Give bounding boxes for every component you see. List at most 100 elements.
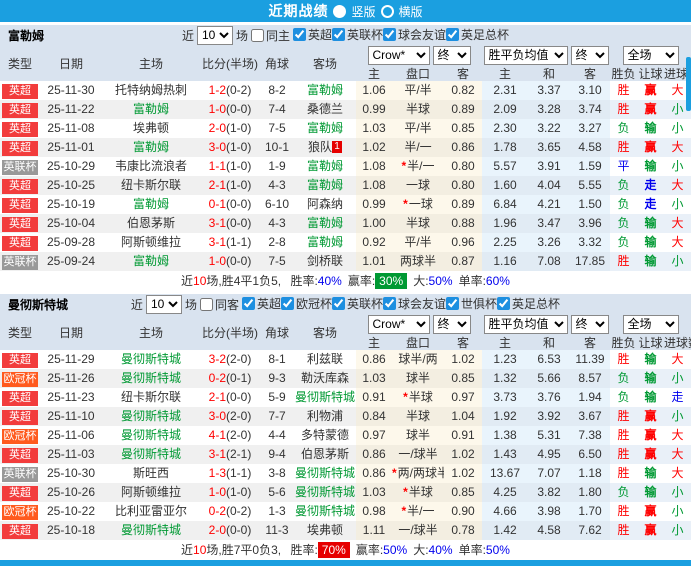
away-team[interactable]: 富勒姆 [307, 178, 343, 192]
result-handicap: 走 [637, 176, 664, 195]
ah-line-text: 半球 [408, 390, 433, 404]
competition-filter[interactable]: 球会友谊 [383, 295, 446, 312]
competition-filter[interactable]: 英足总杯 [446, 26, 509, 43]
home-team[interactable]: 阿斯顿维拉 [121, 485, 181, 499]
corners: 8-2 [268, 83, 286, 97]
home-team[interactable]: 曼彻斯特城 [121, 352, 181, 366]
horizontal-layout-label[interactable]: 横版 [399, 3, 423, 20]
home-team[interactable]: 曼彻斯特城 [121, 428, 181, 442]
home-team[interactable]: 曼彻斯特城 [121, 409, 181, 423]
competition-filter[interactable]: 英超 [292, 26, 332, 43]
home-team[interactable]: 斯旺西 [133, 466, 169, 480]
odds-company-select[interactable]: Crow* [367, 45, 430, 65]
home-team[interactable]: 曼彻斯特城 [121, 523, 181, 537]
away-team[interactable]: 剑桥联 [307, 254, 343, 268]
match-row: 欧冠杯 25-11-06 曼彻斯特城 4-1(2-0) 4-4 多特蒙德 0.97 球半 0.9… [0, 426, 691, 445]
home-team[interactable]: 富勒姆 [133, 254, 169, 268]
horizontal-layout-radio[interactable] [380, 4, 394, 18]
home-team[interactable]: 伯恩茅斯 [127, 216, 175, 230]
result-goals: 小 [671, 197, 684, 211]
away-team[interactable]: 利物浦 [307, 409, 343, 423]
away-team[interactable]: 埃弗顿 [307, 523, 343, 537]
home-team[interactable]: 纽卡斯尔联 [121, 390, 181, 404]
ah-home-odds: 0.84 [356, 407, 392, 426]
home-team[interactable]: 曼彻斯特城 [121, 447, 181, 461]
odds-time-select[interactable]: 终 [432, 45, 471, 65]
away-team[interactable]: 勒沃库森 [301, 371, 349, 385]
competition-filter[interactable]: 世俱杯 [446, 295, 497, 312]
competition-filter[interactable]: 欧冠杯 [280, 295, 332, 312]
away-team[interactable]: 富勒姆 [307, 83, 343, 97]
competition-checkbox[interactable] [241, 297, 255, 310]
ah-line: 半球 [392, 407, 444, 426]
away-team[interactable]: 富勒姆 [307, 235, 343, 249]
vertical-layout-radio[interactable] [333, 4, 347, 18]
competition-filter[interactable]: 球会友谊 [383, 26, 446, 43]
competition-filters: 英超 英联杯 球会友谊 英足总杯 [292, 26, 509, 44]
away-team[interactable]: 曼彻斯特城 [295, 504, 355, 518]
competition-checkbox[interactable] [280, 297, 294, 310]
home-team[interactable]: 富勒姆 [133, 102, 169, 116]
away-team[interactable]: 利兹联 [307, 352, 343, 366]
competition-checkbox[interactable] [383, 28, 397, 41]
competition-filter[interactable]: 英联杯 [332, 295, 383, 312]
home-team[interactable]: 曼彻斯特城 [121, 371, 181, 385]
away-team[interactable]: 曼彻斯特城 [295, 390, 355, 404]
competition-filter[interactable]: 英超 [241, 295, 281, 312]
match-count-select[interactable]: 10 [196, 25, 233, 45]
same-venue-checkbox[interactable] [199, 297, 213, 311]
vertical-layout-label[interactable]: 竖版 [351, 3, 375, 20]
away-team[interactable]: 伯恩茅斯 [301, 447, 349, 461]
home-team[interactable]: 韦康比流浪者 [115, 159, 187, 173]
filter-bar: 近 10 场 同客 英超 欧冠杯 英联杯 球会友谊 世俱杯 英足总杯 [131, 294, 560, 314]
away-team-cell: 富勒姆 [294, 81, 356, 100]
ah-line: 球半/两 [392, 350, 444, 369]
scrollbar-thumb[interactable] [686, 57, 691, 111]
competition-checkbox[interactable] [446, 297, 460, 310]
home-team[interactable]: 阿斯顿维拉 [121, 235, 181, 249]
competition-label: 英足总杯 [461, 28, 510, 42]
competition-checkbox[interactable] [383, 297, 397, 310]
avg-home-odds: 1.43 [482, 445, 528, 464]
same-venue-filter[interactable]: 同客 [199, 296, 239, 313]
league-badge: 英超 [2, 524, 38, 539]
result-goals: 小 [664, 369, 691, 388]
competition-checkbox[interactable] [497, 297, 511, 310]
home-team[interactable]: 纽卡斯尔联 [121, 178, 181, 192]
odds-time-select[interactable]: 终 [432, 314, 471, 334]
competition-checkbox[interactable] [332, 297, 345, 310]
odds-company-select[interactable]: Crow* [367, 314, 430, 334]
scope-select[interactable]: 全场 [622, 314, 679, 334]
avg-time-select[interactable]: 终 [570, 45, 609, 65]
avg-odds-select[interactable]: 胜平负均值 [483, 45, 568, 65]
same-venue-filter[interactable]: 同主 [250, 27, 290, 44]
away-team[interactable]: 富勒姆 [307, 159, 343, 173]
avg-odds-select[interactable]: 胜平负均值 [483, 314, 568, 334]
home-team[interactable]: 埃弗顿 [133, 121, 169, 135]
same-venue-checkbox[interactable] [250, 28, 264, 42]
competition-checkbox[interactable] [292, 28, 306, 41]
home-team[interactable]: 托特纳姆热刺 [115, 83, 187, 97]
home-team[interactable]: 比利亚雷亚尔 [115, 504, 187, 518]
away-team[interactable]: 狼队 [308, 140, 332, 154]
competition-filter[interactable]: 英联杯 [332, 26, 383, 43]
competition-filter[interactable]: 英足总杯 [497, 295, 560, 312]
away-team[interactable]: 富勒姆 [307, 121, 343, 135]
avg-time-select[interactable]: 终 [570, 314, 609, 334]
away-team[interactable]: 多特蒙德 [301, 428, 349, 442]
away-team[interactable]: 富勒姆 [307, 216, 343, 230]
away-team[interactable]: 阿森纳 [307, 197, 343, 211]
home-team[interactable]: 富勒姆 [133, 197, 169, 211]
away-team[interactable]: 桑德兰 [307, 102, 343, 116]
ah-home-odds: 1.00 [356, 214, 392, 233]
competition-checkbox[interactable] [446, 28, 460, 41]
home-team[interactable]: 富勒姆 [133, 140, 169, 154]
match-count-select[interactable]: 10 [145, 294, 182, 314]
summary-stat-value: 50% [485, 543, 510, 557]
scope-select[interactable]: 全场 [622, 45, 679, 65]
away-team[interactable]: 曼彻斯特城 [295, 466, 355, 480]
away-team[interactable]: 曼彻斯特城 [295, 485, 355, 499]
league-badge-cell: 英超 [0, 445, 40, 464]
page-title: 近期战绩 [268, 3, 329, 19]
competition-checkbox[interactable] [332, 28, 345, 41]
